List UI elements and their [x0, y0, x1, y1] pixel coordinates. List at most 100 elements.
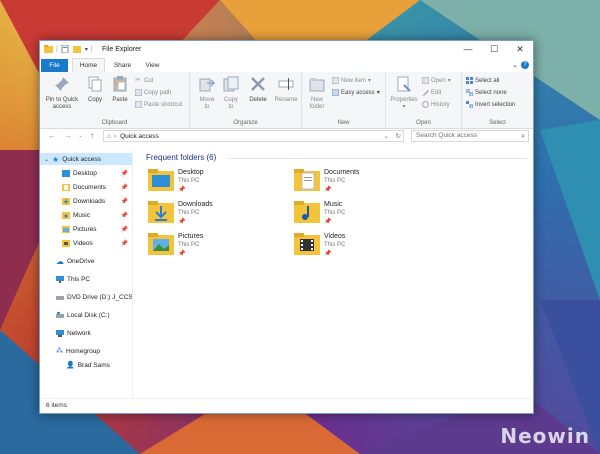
- folder-name-videos: Videos: [324, 233, 346, 240]
- properties-icon: [397, 76, 411, 92]
- nav-item-quick-access[interactable]: ⌄ ★ Quick access: [40, 153, 132, 165]
- properties-icon[interactable]: [61, 45, 70, 53]
- frequent-folders-header[interactable]: Frequent folders (6): [146, 153, 216, 162]
- nav-item-desktop[interactable]: Desktop 📌: [62, 167, 132, 179]
- paste-button[interactable]: Paste: [108, 76, 132, 104]
- new-item-button[interactable]: New item ▾: [332, 77, 371, 84]
- move-to-label-2: to: [204, 104, 210, 110]
- folder-location-downloads: This PC: [178, 210, 200, 216]
- item-count: 6 items: [46, 402, 67, 409]
- ribbon-expand-icon[interactable]: ⌄: [512, 61, 518, 69]
- properties-button[interactable]: Properties ▾: [388, 76, 420, 111]
- edit-button[interactable]: Edit: [422, 89, 441, 96]
- copy-button[interactable]: Copy: [84, 76, 106, 104]
- easy-access-button[interactable]: Easy access ▾: [332, 89, 380, 96]
- invert-selection-label: Invert selection: [475, 101, 516, 108]
- pin-icon[interactable]: 📌: [121, 184, 128, 191]
- search-input[interactable]: Search Quick access ⌕: [411, 130, 529, 142]
- pin-icon[interactable]: 📌: [121, 240, 128, 247]
- maximize-icon[interactable]: ☐: [481, 41, 507, 57]
- pin-icon[interactable]: 📌: [121, 170, 128, 177]
- folder-icon[interactable]: [44, 45, 53, 53]
- invert-selection-button[interactable]: Invert selection: [466, 101, 515, 108]
- tab-home[interactable]: Home: [72, 58, 105, 72]
- move-to-label-1: Move: [199, 97, 215, 103]
- nav-label-quick-access: Quick access: [62, 155, 101, 163]
- forward-arrow-icon[interactable]: →: [64, 131, 72, 140]
- search-placeholder: Search Quick access: [416, 132, 478, 139]
- copy-to-button[interactable]: Copy to: [220, 76, 242, 111]
- minimize-icon[interactable]: —: [455, 41, 481, 57]
- select-none-label: Select none: [475, 89, 507, 96]
- pin-to-quick-access-button[interactable]: Pin to Quick access: [44, 76, 80, 111]
- refresh-icon[interactable]: ↻: [396, 132, 401, 140]
- quick-access-toolbar: | ▾ |: [44, 45, 93, 53]
- back-arrow-icon[interactable]: ←: [48, 131, 56, 140]
- paste-label: Paste: [112, 97, 128, 103]
- copy-to-label-1: Copy: [223, 97, 238, 103]
- ribbon-home: Pin to Quick access Copy Paste ✂ Cut Cop…: [40, 72, 533, 129]
- folder-tile-downloads[interactable]: Downloads This PC 📌: [144, 199, 284, 229]
- open-button[interactable]: Open ▾: [422, 77, 451, 84]
- tab-share[interactable]: Share: [110, 59, 135, 72]
- breadcrumb-chevron-icon[interactable]: ›: [114, 133, 116, 140]
- pane-divider[interactable]: [132, 151, 133, 401]
- edit-label: Edit: [431, 89, 442, 96]
- nav-item-pictures[interactable]: Pictures 📌: [62, 223, 132, 235]
- recent-locations-icon[interactable]: ⌄: [78, 132, 83, 139]
- folder-tile-desktop[interactable]: Desktop This PC 📌: [144, 167, 284, 197]
- tab-file[interactable]: File: [41, 59, 68, 72]
- pin-icon[interactable]: 📌: [121, 226, 128, 233]
- copy-path-icon: [135, 89, 142, 96]
- address-path[interactable]: Quick access: [120, 133, 159, 140]
- history-button[interactable]: History: [422, 101, 450, 108]
- pin-icon[interactable]: 📌: [121, 212, 128, 219]
- delete-button[interactable]: Delete: [246, 76, 270, 104]
- nav-item-music[interactable]: Music 📌: [62, 209, 132, 221]
- nav-item-videos[interactable]: Videos 📌: [62, 237, 132, 249]
- select-all-button[interactable]: Select all: [466, 77, 499, 84]
- nav-item-onedrive[interactable]: ☁ OneDrive: [56, 255, 94, 267]
- folder-location-documents: This PC: [324, 178, 346, 184]
- pin-icon[interactable]: 📌: [121, 198, 128, 205]
- pin-icon: [55, 77, 69, 91]
- nav-item-homegroup[interactable]: ⁂ Homegroup: [56, 345, 100, 357]
- pin-icon: 📌: [324, 219, 332, 225]
- collapse-chevron-icon[interactable]: ⌄: [44, 156, 49, 163]
- folder-tile-music[interactable]: Music This PC 📌: [290, 199, 430, 229]
- address-dropdown-icon[interactable]: ⌄: [384, 132, 389, 140]
- nav-item-this-pc[interactable]: This PC: [56, 273, 90, 285]
- search-icon: ⌕: [521, 133, 525, 140]
- nav-item-local-disk[interactable]: Local Disk (C:): [56, 309, 110, 321]
- nav-item-dvd-drive[interactable]: DVD Drive (D:) J_CCS: [56, 291, 133, 303]
- up-arrow-icon[interactable]: ↑: [90, 131, 94, 140]
- folder-tile-documents[interactable]: Documents This PC 📌: [290, 167, 430, 197]
- new-folder-button[interactable]: New folder: [306, 76, 328, 111]
- move-to-button[interactable]: Move to: [196, 76, 218, 111]
- nav-item-documents[interactable]: Documents 📌: [62, 181, 132, 193]
- folder-name-pictures: Pictures: [178, 233, 204, 240]
- new-folder-icon[interactable]: [72, 45, 82, 53]
- pin-icon: 📌: [324, 251, 332, 257]
- folder-tile-videos[interactable]: Videos This PC 📌: [290, 231, 430, 261]
- nav-item-network[interactable]: Network: [56, 327, 91, 339]
- nav-item-user[interactable]: 👤 Brad Sams: [66, 359, 110, 371]
- folder-tile-pictures[interactable]: Pictures This PC 📌: [144, 231, 284, 261]
- nav-item-downloads[interactable]: Downloads 📌: [62, 195, 132, 207]
- clipboard-group: Pin to Quick access Copy Paste ✂ Cut Cop…: [40, 72, 190, 128]
- folder-name-desktop: Desktop: [178, 169, 204, 176]
- customize-qat-icon[interactable]: ▾: [85, 46, 88, 53]
- paste-shortcut-button[interactable]: Paste shortcut: [135, 101, 182, 108]
- address-bar[interactable]: ⌂ › Quick access ⌄ ↻: [103, 130, 404, 142]
- select-none-button[interactable]: Select none: [466, 89, 507, 96]
- home-location-icon: ⌂: [107, 132, 111, 140]
- window-title: File Explorer: [102, 46, 142, 53]
- copy-path-button[interactable]: Copy path: [135, 89, 171, 96]
- properties-label: Properties: [390, 97, 418, 103]
- cut-button[interactable]: ✂ Cut: [135, 77, 153, 84]
- close-icon[interactable]: ✕: [507, 41, 533, 57]
- rename-button[interactable]: Rename: [272, 76, 300, 104]
- pin-icon: 📌: [324, 187, 332, 193]
- tab-view[interactable]: View: [140, 59, 165, 72]
- help-icon[interactable]: ?: [521, 61, 529, 69]
